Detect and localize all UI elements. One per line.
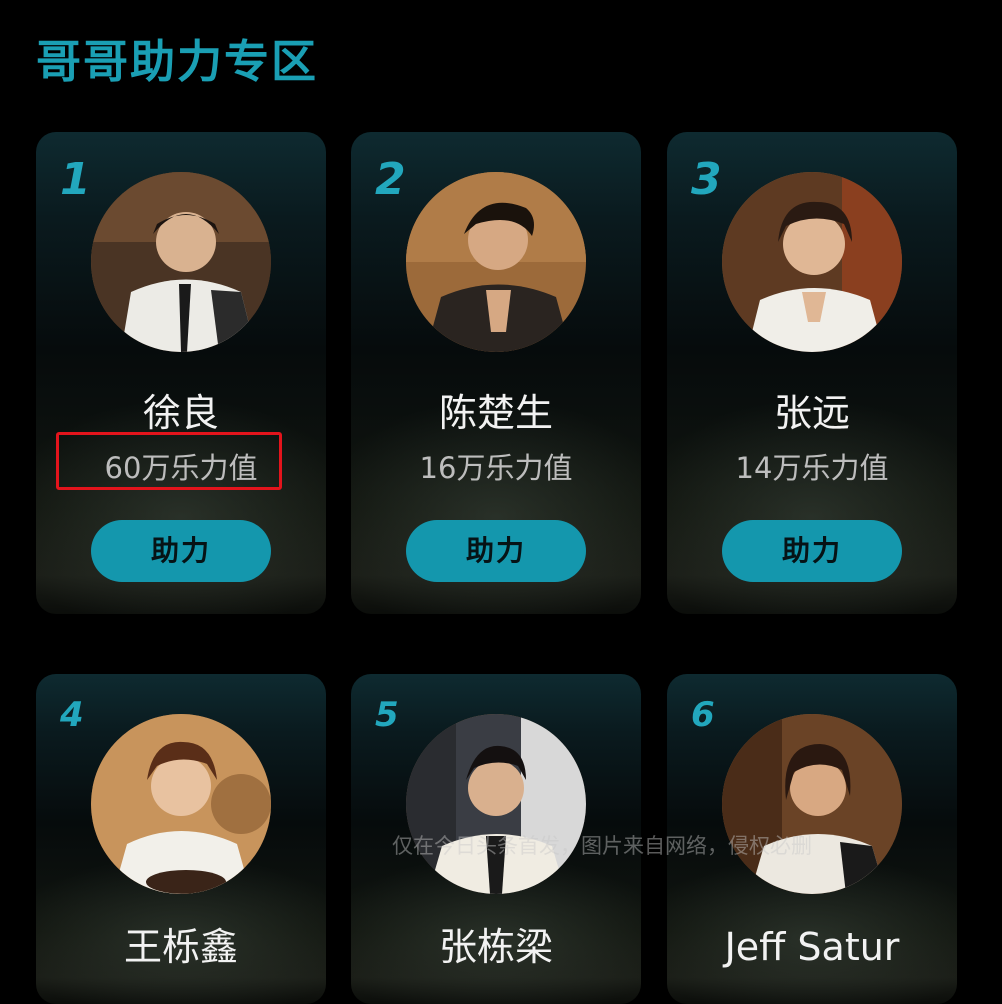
boost-button[interactable]: 助力 [91, 520, 271, 582]
artist-name: 张栋梁 [438, 925, 553, 969]
rank-number: 1 [60, 154, 91, 205]
artist-avatar[interactable] [722, 172, 902, 352]
artist-avatar[interactable] [722, 714, 902, 894]
artist-avatar[interactable] [406, 172, 586, 352]
artist-card-4[interactable]: 4 王栎鑫 [36, 674, 326, 1004]
boost-score: 14万乐力值 [735, 451, 889, 485]
artist-avatar[interactable] [406, 714, 586, 894]
artist-card-1[interactable]: 1 徐良 60万乐力值 助力 [36, 132, 326, 614]
artist-name: 张远 [773, 391, 850, 435]
artist-name: 陈楚生 [438, 391, 553, 435]
artist-name: Jeff Satur [724, 925, 900, 969]
boost-button[interactable]: 助力 [722, 520, 902, 582]
artist-avatar[interactable] [91, 172, 271, 352]
artist-card-3[interactable]: 3 张远 14万乐力值 助力 [667, 132, 957, 614]
rank-number: 4 [60, 695, 84, 735]
boost-score: 16万乐力值 [419, 451, 573, 485]
watermark: 仅在今日头条首发，图片来自网络，侵权必删 [392, 834, 812, 858]
rank-number: 6 [691, 695, 715, 735]
section-title: 哥哥助力专区 [36, 35, 319, 88]
artist-name: 徐良 [142, 391, 219, 435]
rank-number: 3 [691, 154, 722, 205]
boost-button[interactable]: 助力 [406, 520, 586, 582]
rank-number: 2 [375, 154, 406, 205]
artist-card-2[interactable]: 2 陈楚生 16万乐力值 助力 [351, 132, 641, 614]
artist-avatar[interactable] [91, 714, 271, 894]
highlight-box [56, 432, 282, 490]
artist-name: 王栎鑫 [123, 925, 238, 969]
rank-number: 5 [375, 695, 399, 735]
